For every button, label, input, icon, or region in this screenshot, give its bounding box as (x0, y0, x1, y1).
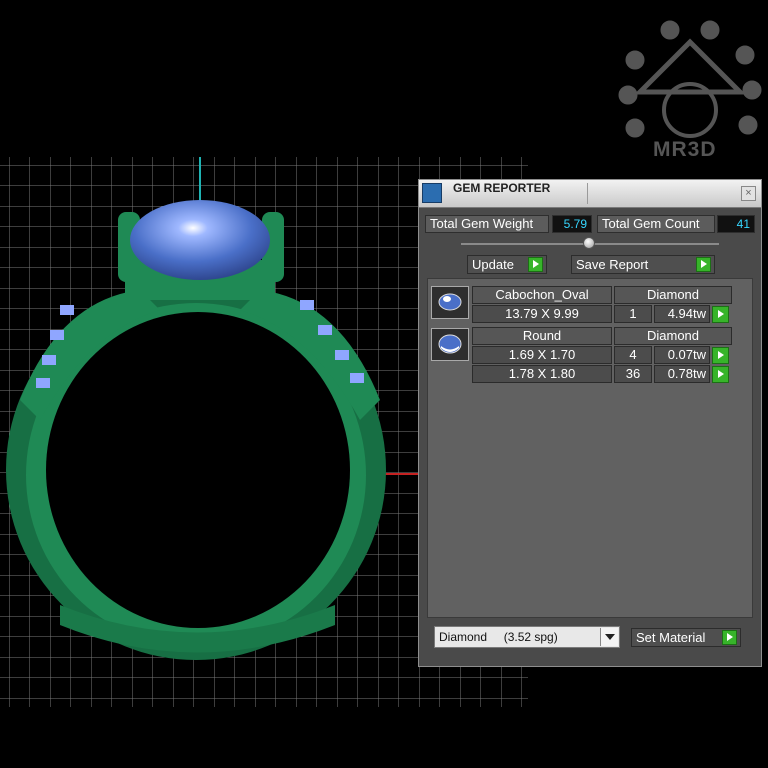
select-gem-button[interactable] (712, 347, 729, 364)
play-arrow-icon (528, 257, 543, 272)
gem-count: 36 (614, 365, 652, 383)
gem-size: 1.78 X 1.80 (472, 365, 612, 383)
gem-shape: Round (472, 327, 612, 345)
center-gem (130, 200, 270, 280)
title-bar[interactable]: GEM REPORTER × (419, 180, 761, 208)
total-count-value: 41 (717, 215, 755, 233)
chevron-down-icon[interactable] (600, 628, 618, 646)
gem-size: 13.79 X 9.99 (472, 305, 612, 323)
total-weight-value: 5.79 (552, 215, 592, 233)
set-material-label: Set Material (636, 630, 706, 645)
select-gem-button[interactable] (712, 366, 729, 383)
watermark-text: MR3D (653, 138, 717, 161)
play-arrow-icon (696, 257, 711, 272)
gem-count: 4 (614, 346, 652, 364)
size-slider-handle[interactable] (583, 237, 595, 249)
oval-gem-icon[interactable] (431, 286, 469, 319)
close-button[interactable]: × (741, 186, 756, 201)
update-button-label: Update (472, 257, 514, 272)
gem-size: 1.69 X 1.70 (472, 346, 612, 364)
gem-material: Diamond (614, 286, 732, 304)
gem-weight: 0.78tw (654, 365, 710, 383)
select-gem-button[interactable] (712, 306, 729, 323)
gem-weight: 4.94tw (654, 305, 710, 323)
gem-material: Diamond (614, 327, 732, 345)
update-button[interactable]: Update (467, 255, 547, 274)
save-report-button[interactable]: Save Report (571, 255, 715, 274)
play-arrow-icon (722, 630, 737, 645)
gem-shape: Cabochon_Oval (472, 286, 612, 304)
gem-weight: 0.07tw (654, 346, 710, 364)
title-divider (587, 183, 588, 204)
total-count-label: Total Gem Count (597, 215, 715, 233)
gem-reporter-panel: GEM REPORTER × Total Gem Weight 5.79 Tot… (418, 179, 762, 667)
save-report-label: Save Report (576, 257, 649, 272)
gem-count: 1 (614, 305, 652, 323)
round-gem-icon[interactable] (431, 328, 469, 361)
watermark-logo (618, 20, 762, 138)
total-weight-label: Total Gem Weight (425, 215, 549, 233)
set-material-button[interactable]: Set Material (631, 628, 741, 647)
gem-list[interactable]: Cabochon_Oval Diamond 13.79 X 9.99 1 4.9… (427, 278, 753, 618)
gem-reporter-icon (422, 183, 442, 203)
material-select-value: Diamond (3.52 spg) (439, 630, 558, 644)
panel-title: GEM REPORTER (453, 181, 551, 195)
material-select[interactable]: Diamond (3.52 spg) (434, 626, 620, 648)
